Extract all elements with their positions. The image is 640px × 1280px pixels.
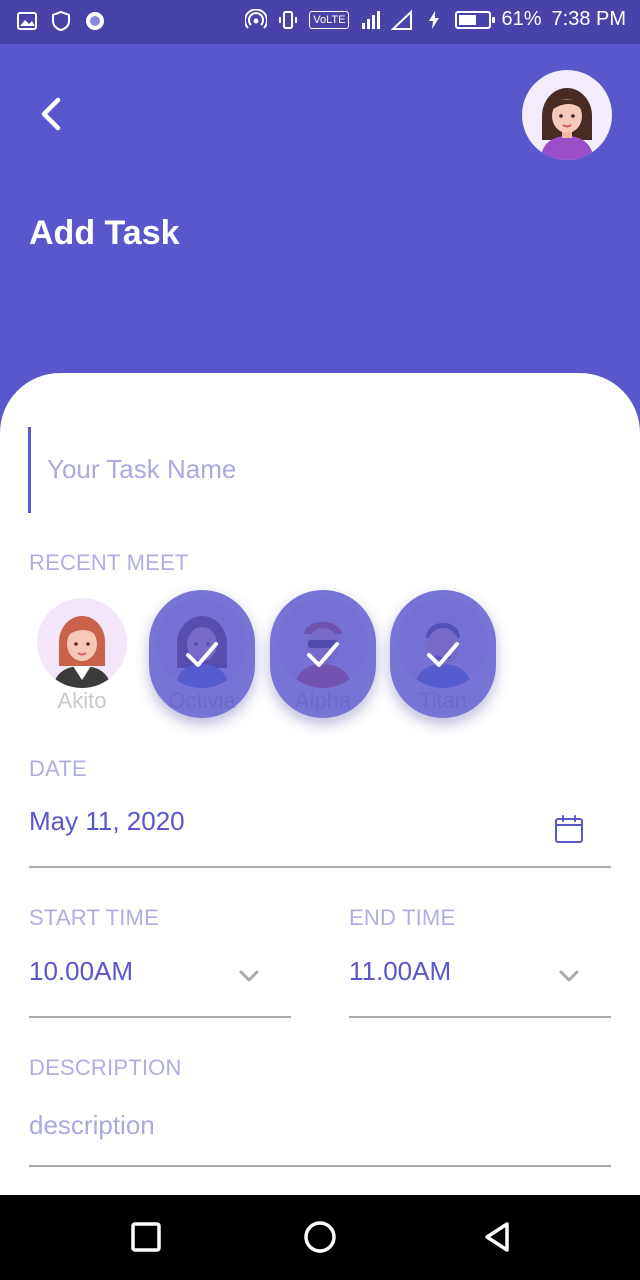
start-time-value[interactable]: 10.00AM	[29, 956, 133, 987]
end-time-value[interactable]: 11.00AM	[349, 956, 451, 987]
profile-avatar[interactable]	[522, 70, 612, 160]
recent-meet-list: Akito Octivia	[0, 590, 640, 720]
back-nav-button[interactable]	[478, 1217, 518, 1257]
start-time-underline	[29, 1016, 291, 1018]
chevron-left-icon	[41, 97, 61, 131]
charging-icon	[429, 10, 440, 29]
status-left-icons	[16, 10, 106, 32]
task-form-card: RECENT MEET Akito	[0, 373, 640, 1195]
meet-person-alpha[interactable]: Alpha	[270, 590, 376, 718]
system-nav-bar	[0, 1195, 640, 1280]
meet-person-akito[interactable]: Akito	[29, 590, 135, 718]
date-value[interactable]: May 11, 2020	[29, 806, 185, 837]
meet-person-titan[interactable]: Titan	[390, 590, 496, 718]
description-input[interactable]	[29, 1107, 609, 1143]
meet-person-octivia[interactable]: Octivia	[149, 590, 255, 718]
status-bar: VoLTE 61% 7:38 PM	[0, 0, 640, 44]
calendar-icon[interactable]	[553, 813, 585, 845]
description-underline	[29, 1165, 611, 1167]
battery-icon	[455, 10, 496, 29]
back-button[interactable]	[30, 92, 74, 136]
gallery-icon	[17, 12, 37, 30]
description-label: DESCRIPTION	[29, 1055, 182, 1080]
recent-meet-label: RECENT MEET	[29, 550, 189, 575]
start-time-label: START TIME	[29, 905, 159, 930]
date-label: DATE	[29, 756, 87, 781]
shield-icon	[52, 10, 70, 32]
recent-apps-button[interactable]	[126, 1217, 166, 1257]
page-title: Add Task	[29, 214, 180, 252]
person-avatar-icon	[53, 616, 111, 688]
home-button[interactable]	[300, 1217, 340, 1257]
battery-percent: 61%	[501, 8, 542, 30]
volte-badge: VoLTE	[309, 10, 350, 29]
signal-empty-icon	[391, 9, 413, 30]
end-time-underline	[349, 1016, 611, 1018]
vibrate-icon	[279, 10, 298, 29]
chevron-down-icon[interactable]	[236, 963, 262, 989]
hotspot-icon	[245, 8, 268, 29]
header: Add Task	[0, 44, 640, 374]
user-avatar-icon	[540, 88, 594, 160]
status-time: 7:38 PM	[551, 8, 626, 30]
status-right-icons: VoLTE 61% 7:38 PM	[245, 8, 626, 31]
signal-icon	[362, 10, 381, 29]
task-name-input[interactable]	[47, 449, 587, 489]
check-icon	[427, 642, 459, 667]
check-icon	[307, 642, 339, 667]
task-name-field[interactable]	[28, 427, 612, 513]
record-icon	[86, 12, 104, 30]
check-icon	[186, 642, 218, 667]
avatar	[37, 598, 127, 688]
person-name: Akito	[57, 688, 107, 713]
chevron-down-icon[interactable]	[556, 963, 582, 989]
date-underline	[29, 866, 611, 868]
end-time-label: END TIME	[349, 905, 456, 930]
